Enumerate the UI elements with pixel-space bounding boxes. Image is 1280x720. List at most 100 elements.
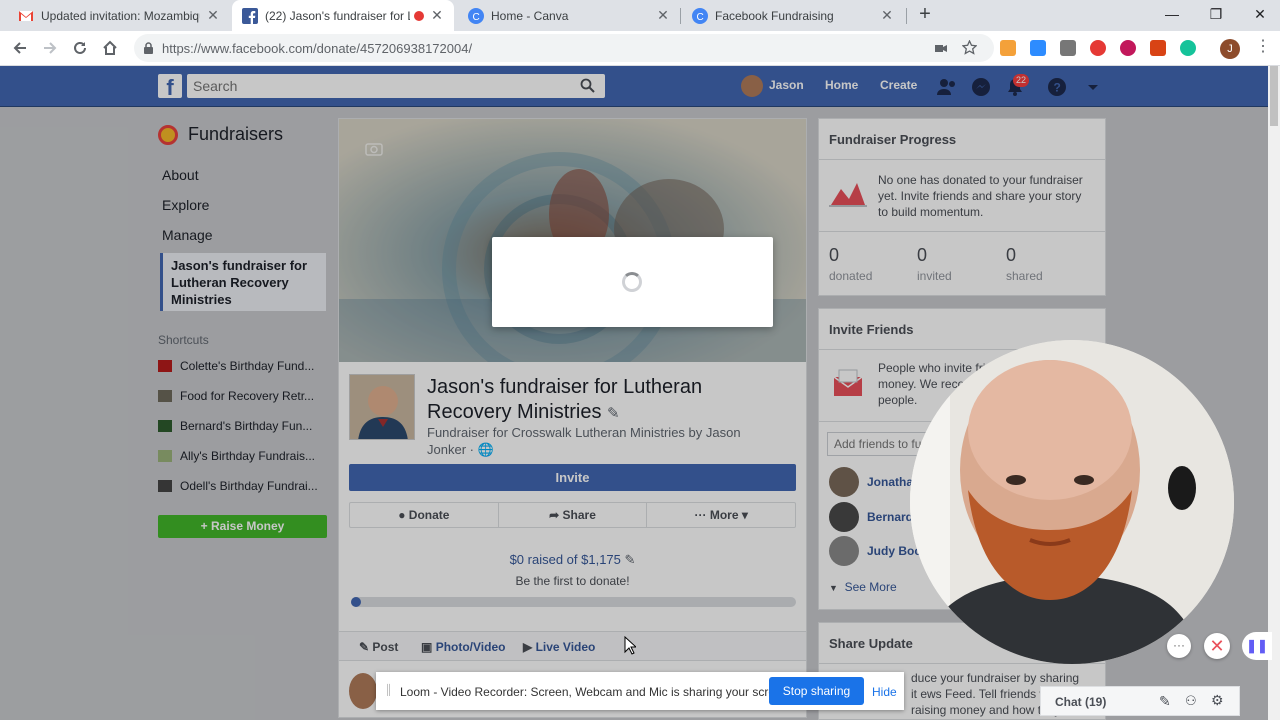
menu-kebab-icon[interactable]: ⋮: [1255, 39, 1271, 55]
sidebar-item-explore[interactable]: Explore: [162, 197, 209, 213]
friend-item[interactable]: Jonatha: [829, 467, 913, 497]
zoom-extension-icon[interactable]: [1030, 40, 1046, 56]
close-icon[interactable]: ✕: [880, 7, 894, 24]
help-icon[interactable]: ?: [1046, 76, 1068, 98]
facebook-logo[interactable]: f: [158, 74, 182, 100]
megaphone-extension-icon[interactable]: [1150, 40, 1166, 56]
close-icon[interactable]: ✕: [656, 7, 670, 24]
page-scrollbar[interactable]: [1268, 66, 1280, 720]
sidebar-item-selected-fundraiser[interactable]: Jason's fundraiser for Lutheran Recovery…: [160, 253, 326, 311]
tab-canva[interactable]: C Home - Canva ✕: [458, 0, 680, 31]
search-icon[interactable]: [580, 78, 595, 93]
pencil-icon[interactable]: ✎: [607, 405, 620, 422]
hide-link[interactable]: Hide: [872, 685, 897, 699]
chat-label: Chat (19): [1055, 695, 1107, 709]
create-link[interactable]: Create: [880, 78, 917, 92]
tab-gmail[interactable]: Updated invitation: Mozambique ✕: [8, 0, 230, 31]
see-more-link[interactable]: ▼ See More: [829, 580, 897, 594]
extension-icon[interactable]: [1060, 40, 1076, 56]
shortcut-item[interactable]: Bernard's Birthday Fun...: [158, 419, 326, 433]
shortcut-item[interactable]: Ally's Birthday Fundrais...: [158, 449, 326, 463]
globe-icon: 🌐: [477, 442, 494, 457]
forward-arrow-icon[interactable]: [41, 39, 59, 57]
chevron-down-icon[interactable]: [1082, 76, 1104, 98]
home-link[interactable]: Home: [825, 78, 858, 92]
url-text: https://www.facebook.com/donate/45720693…: [162, 41, 473, 56]
donate-button[interactable]: ● Donate: [350, 503, 499, 527]
post-tab[interactable]: ✎ Post: [359, 640, 398, 654]
search-input[interactable]: [187, 74, 567, 98]
shortcuts-heading: Shortcuts: [158, 333, 209, 347]
user-avatar[interactable]: [741, 75, 763, 97]
compose-icon[interactable]: ✎: [1159, 693, 1171, 710]
sidebar-item-manage[interactable]: Manage: [162, 227, 213, 243]
tab-facebook-fundraiser[interactable]: (22) Jason's fundraiser for Lu ✕: [232, 0, 454, 31]
camera-icon[interactable]: [365, 141, 383, 156]
minimize-button[interactable]: —: [1150, 0, 1194, 31]
close-icon[interactable]: ✕: [1204, 633, 1230, 659]
thumbnail: [158, 390, 172, 402]
donate-icon: ●: [398, 508, 406, 522]
thumbnail: [158, 450, 172, 462]
drag-handle-icon[interactable]: ║: [385, 685, 392, 696]
stat-shared-label: shared: [1006, 269, 1043, 283]
avatar: [829, 536, 859, 566]
scrollbar-thumb[interactable]: [1270, 66, 1278, 126]
canva-icon: C: [692, 7, 708, 24]
share-button[interactable]: ➦ Share: [499, 503, 648, 527]
messenger-icon[interactable]: [970, 76, 992, 98]
svg-text:?: ?: [1054, 81, 1061, 95]
extension-icon[interactable]: [1090, 40, 1106, 56]
chat-bar[interactable]: Chat (19) ✎ ⚇ ⚙: [1040, 686, 1240, 716]
maximize-button[interactable]: ❐: [1194, 0, 1238, 31]
more-button[interactable]: ··· More ▾: [647, 503, 795, 527]
photo-video-tab[interactable]: ▣ Photo/Video: [421, 640, 505, 654]
stop-sharing-button[interactable]: Stop sharing: [769, 677, 864, 705]
avatar: [829, 467, 859, 497]
grammarly-icon[interactable]: [1180, 40, 1196, 56]
more-options-icon[interactable]: ···: [1167, 634, 1191, 658]
group-icon[interactable]: ⚇: [1185, 693, 1197, 709]
fundraisers-title: Fundraisers: [188, 124, 284, 144]
shortcut-item[interactable]: Colette's Birthday Fund...: [158, 359, 326, 373]
notifications-badge: 22: [1013, 74, 1030, 87]
tab-facebook-fundraising[interactable]: C Facebook Fundraising ✕: [682, 0, 904, 31]
share-update-title: Share Update: [829, 636, 913, 651]
gear-icon[interactable]: ⚙: [1211, 692, 1224, 709]
fundraiser-avatar[interactable]: [349, 374, 415, 440]
profile-avatar[interactable]: J: [1220, 39, 1240, 59]
friend-item[interactable]: Judy Boc: [829, 536, 921, 566]
star-icon[interactable]: [962, 40, 977, 55]
home-icon[interactable]: [101, 39, 119, 57]
extension-icon[interactable]: [1120, 40, 1136, 56]
reload-icon[interactable]: [71, 39, 89, 57]
gmail-icon: [19, 10, 33, 21]
fundraisers-heading[interactable]: Fundraisers: [158, 124, 283, 145]
raise-money-button[interactable]: + Raise Money: [158, 515, 327, 538]
close-icon[interactable]: ✕: [430, 7, 444, 24]
shortcut-item[interactable]: Food for Recovery Retr...: [158, 389, 326, 403]
address-bar[interactable]: https://www.facebook.com/donate/45720693…: [134, 34, 994, 62]
pause-icon[interactable]: ❚❚: [1242, 632, 1272, 660]
sidebar-item-about[interactable]: About: [162, 167, 199, 183]
pencil-icon[interactable]: ✎: [625, 552, 636, 567]
loom-sharing-bar: ║ Loom - Video Recorder: Screen, Webcam …: [376, 672, 904, 710]
search-box[interactable]: [187, 74, 605, 98]
invite-button[interactable]: Invite: [349, 464, 796, 491]
raised-amount: $0 raised of $1,175 ✎: [509, 552, 636, 567]
extension-icon[interactable]: [1000, 40, 1016, 56]
back-arrow-icon[interactable]: [11, 39, 29, 57]
live-video-tab[interactable]: ▶ Live Video: [523, 640, 595, 654]
webcam-bubble[interactable]: [910, 340, 1234, 664]
camera-icon[interactable]: [934, 41, 948, 55]
shortcut-item[interactable]: Odell's Birthday Fundrai...: [158, 479, 326, 493]
chart-icon: [829, 183, 867, 207]
close-window-button[interactable]: ✕: [1238, 0, 1280, 31]
friend-item[interactable]: Bernard: [829, 502, 913, 532]
new-tab-button[interactable]: +: [915, 4, 935, 25]
loom-message: Loom - Video Recorder: Screen, Webcam an…: [400, 685, 792, 699]
close-icon[interactable]: ✕: [206, 7, 220, 24]
friends-icon[interactable]: [936, 76, 958, 98]
loading-dialog: [492, 237, 773, 327]
user-name-link[interactable]: Jason: [769, 78, 804, 92]
